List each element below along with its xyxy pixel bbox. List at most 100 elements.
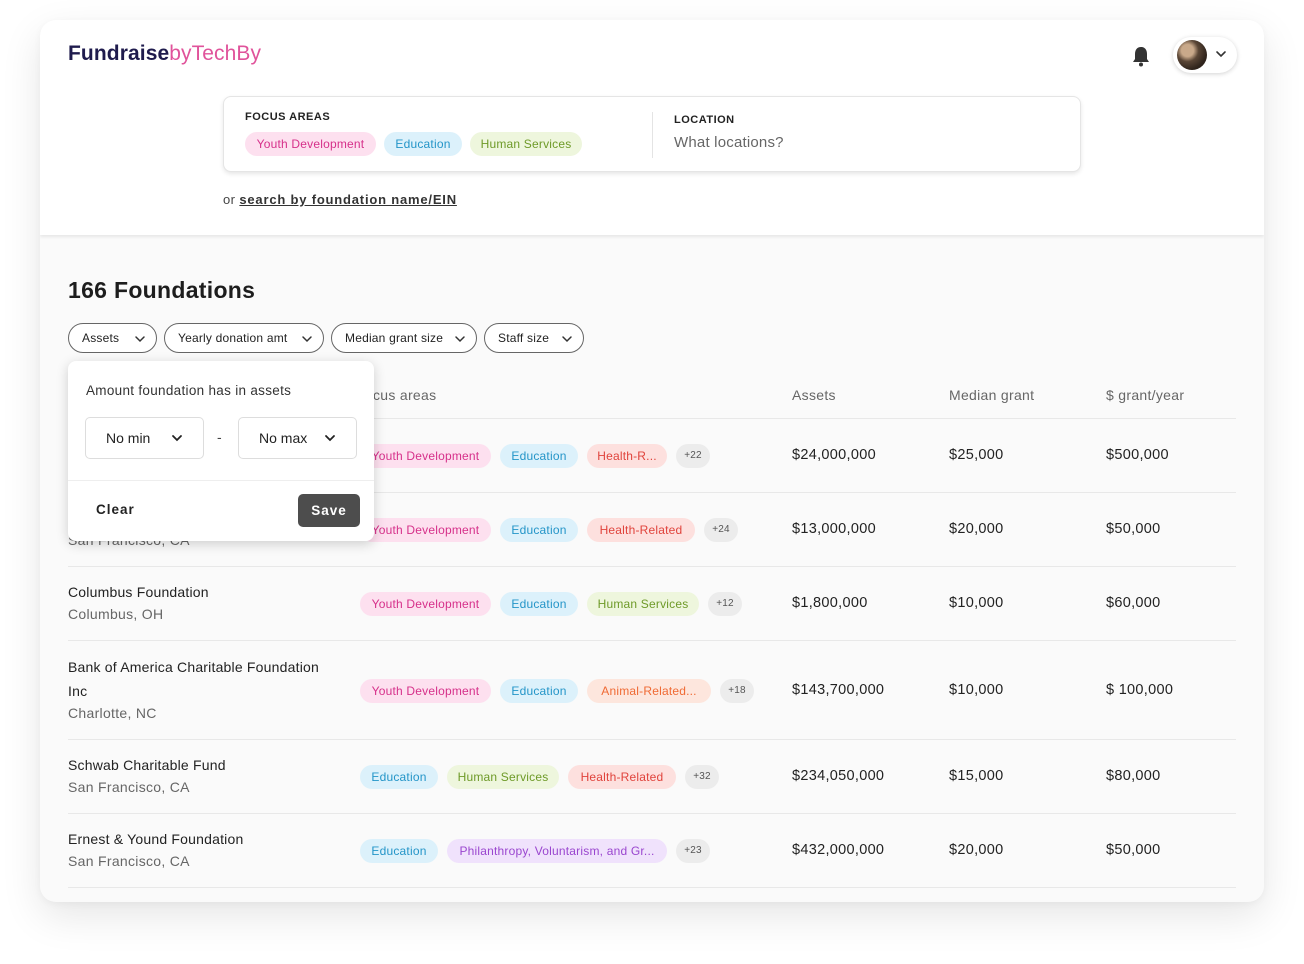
focus-areas-label: FOCUS AREAS: [245, 111, 331, 123]
min-assets-select[interactable]: No min: [85, 417, 204, 459]
cell-per-year: $ 100,000: [1106, 682, 1174, 698]
more-tags-badge[interactable]: +32: [685, 765, 719, 789]
foundation-location: San Francisco, CA: [68, 779, 190, 795]
more-tags-badge[interactable]: +12: [708, 592, 742, 616]
location-label: LOCATION: [674, 114, 735, 126]
filter-label: Assets: [82, 331, 120, 345]
brand-name-bold: Fundraise: [68, 42, 170, 65]
col-median-grant: Median grant: [949, 387, 1035, 403]
focus-area-tag[interactable]: Education: [500, 679, 578, 703]
chevron-down-icon: [135, 336, 145, 343]
cell-per-year: $60,000: [1106, 595, 1161, 611]
foundation-location: Columbus, OH: [68, 606, 164, 622]
focus-area-tag[interactable]: Education: [500, 592, 578, 616]
avatar: [1177, 40, 1207, 70]
assets-filter-dropdown: Amount foundation has in assets No min -…: [68, 361, 374, 541]
cell-assets: $24,000,000: [792, 447, 876, 463]
chevron-down-icon: [562, 336, 572, 343]
location-input[interactable]: What locations?: [674, 134, 784, 151]
foundation-name[interactable]: Ernest & Yound Foundation: [68, 827, 338, 851]
row-divider: [68, 640, 1236, 641]
foundation-name[interactable]: Columbus Foundation: [68, 580, 338, 604]
filter-assets-button[interactable]: Assets: [68, 323, 157, 353]
dropdown-divider: [68, 480, 374, 481]
or-text: or: [223, 192, 236, 207]
chevron-down-icon: [455, 336, 465, 343]
dropdown-title: Amount foundation has in assets: [86, 383, 292, 398]
more-tags-badge[interactable]: +23: [676, 839, 710, 863]
cell-per-year: $50,000: [1106, 842, 1161, 858]
focus-tag-education[interactable]: Education: [384, 132, 462, 156]
range-dash: -: [217, 429, 222, 445]
cell-median: $10,000: [949, 595, 1004, 611]
row-divider: [68, 566, 1236, 567]
focus-area-tag[interactable]: Human Services: [447, 765, 559, 789]
more-tags-badge[interactable]: +24: [704, 518, 738, 542]
foundation-name[interactable]: Bank of America Charitable Foundation In…: [68, 655, 338, 703]
more-tags-badge[interactable]: +22: [676, 444, 710, 468]
chevron-down-icon: [172, 435, 182, 442]
col-grant-per-year: $ grant/year: [1106, 387, 1185, 403]
row-divider: [68, 813, 1236, 814]
user-menu-button[interactable]: [1173, 37, 1237, 73]
focus-area-tag[interactable]: Health-Related: [568, 765, 676, 789]
focus-tag-youth-development[interactable]: Youth Development: [245, 132, 376, 156]
brand-logo[interactable]: FundraisebyTechBy: [68, 42, 261, 66]
filter-staff-size-button[interactable]: Staff size: [484, 323, 584, 353]
focus-area-tag[interactable]: Youth Development: [360, 518, 491, 542]
focus-area-tag[interactable]: Philanthropy, Voluntarism, and Gr...: [447, 839, 667, 863]
focus-area-tag[interactable]: Health-Related: [587, 518, 695, 542]
focus-area-tag[interactable]: Human Services: [587, 592, 699, 616]
clear-button[interactable]: Clear: [96, 502, 135, 517]
cell-per-year: $500,000: [1106, 447, 1169, 463]
top-header: FundraisebyTechBy FOCUS AREAS Youth Deve…: [40, 20, 1264, 235]
filter-label: Staff size: [498, 331, 550, 345]
cell-median: $25,000: [949, 447, 1004, 463]
filter-label: Yearly donation amt: [178, 331, 288, 345]
focus-area-tag[interactable]: Youth Development: [360, 679, 491, 703]
alt-search-line: or search by foundation name/EIN: [223, 192, 457, 207]
cell-median: $20,000: [949, 521, 1004, 537]
cell-median: $10,000: [949, 682, 1004, 698]
focus-area-tag[interactable]: Animal-Related...: [587, 679, 711, 703]
foundation-name[interactable]: Schwab Charitable Fund: [68, 753, 338, 777]
brand-name-light: byTechBy: [169, 42, 262, 65]
save-button[interactable]: Save: [298, 494, 360, 527]
filter-label: Median grant size: [345, 331, 444, 345]
search-by-name-link[interactable]: search by foundation name/EIN: [239, 192, 457, 207]
cell-per-year: $80,000: [1106, 768, 1161, 784]
max-value: No max: [259, 430, 308, 446]
focus-area-tag[interactable]: Education: [360, 765, 438, 789]
cell-assets: $13,000,000: [792, 521, 876, 537]
search-card: FOCUS AREAS Youth Development Education Hu…: [223, 96, 1081, 172]
bell-icon[interactable]: [1131, 45, 1151, 67]
results-count: 166 Foundations: [68, 277, 256, 303]
foundation-location: Charlotte, NC: [68, 705, 157, 721]
cell-median: $20,000: [949, 842, 1004, 858]
focus-area-tag[interactable]: Youth Development: [360, 592, 491, 616]
focus-area-tag[interactable]: Education: [500, 518, 578, 542]
app-window: FundraisebyTechBy FOCUS AREAS Youth Deve…: [40, 20, 1264, 902]
max-assets-select[interactable]: No max: [238, 417, 357, 459]
filter-yearly-donation-amt-button[interactable]: Yearly donation amt: [164, 323, 324, 353]
min-value: No min: [106, 430, 151, 446]
chevron-down-icon: [302, 336, 312, 343]
focus-tag-human-services[interactable]: Human Services: [470, 132, 582, 156]
cell-assets: $432,000,000: [792, 842, 885, 858]
search-divider: [652, 112, 653, 158]
filter-median-grant-size-button[interactable]: Median grant size: [331, 323, 477, 353]
more-tags-badge[interactable]: +18: [720, 679, 754, 703]
focus-area-tag[interactable]: Health-R...: [587, 444, 667, 468]
cell-assets: $1,800,000: [792, 595, 868, 611]
focus-area-tag[interactable]: Education: [500, 444, 578, 468]
cell-assets: $234,050,000: [792, 768, 885, 784]
foundation-location: San Francisco, CA: [68, 853, 190, 869]
focus-area-tag[interactable]: Education: [360, 839, 438, 863]
focus-area-tag[interactable]: Youth Development: [360, 444, 491, 468]
row-divider: [68, 887, 1236, 888]
row-divider: [68, 739, 1236, 740]
cell-per-year: $50,000: [1106, 521, 1161, 537]
cell-median: $15,000: [949, 768, 1004, 784]
col-assets: Assets: [792, 387, 836, 403]
cell-assets: $143,700,000: [792, 682, 885, 698]
